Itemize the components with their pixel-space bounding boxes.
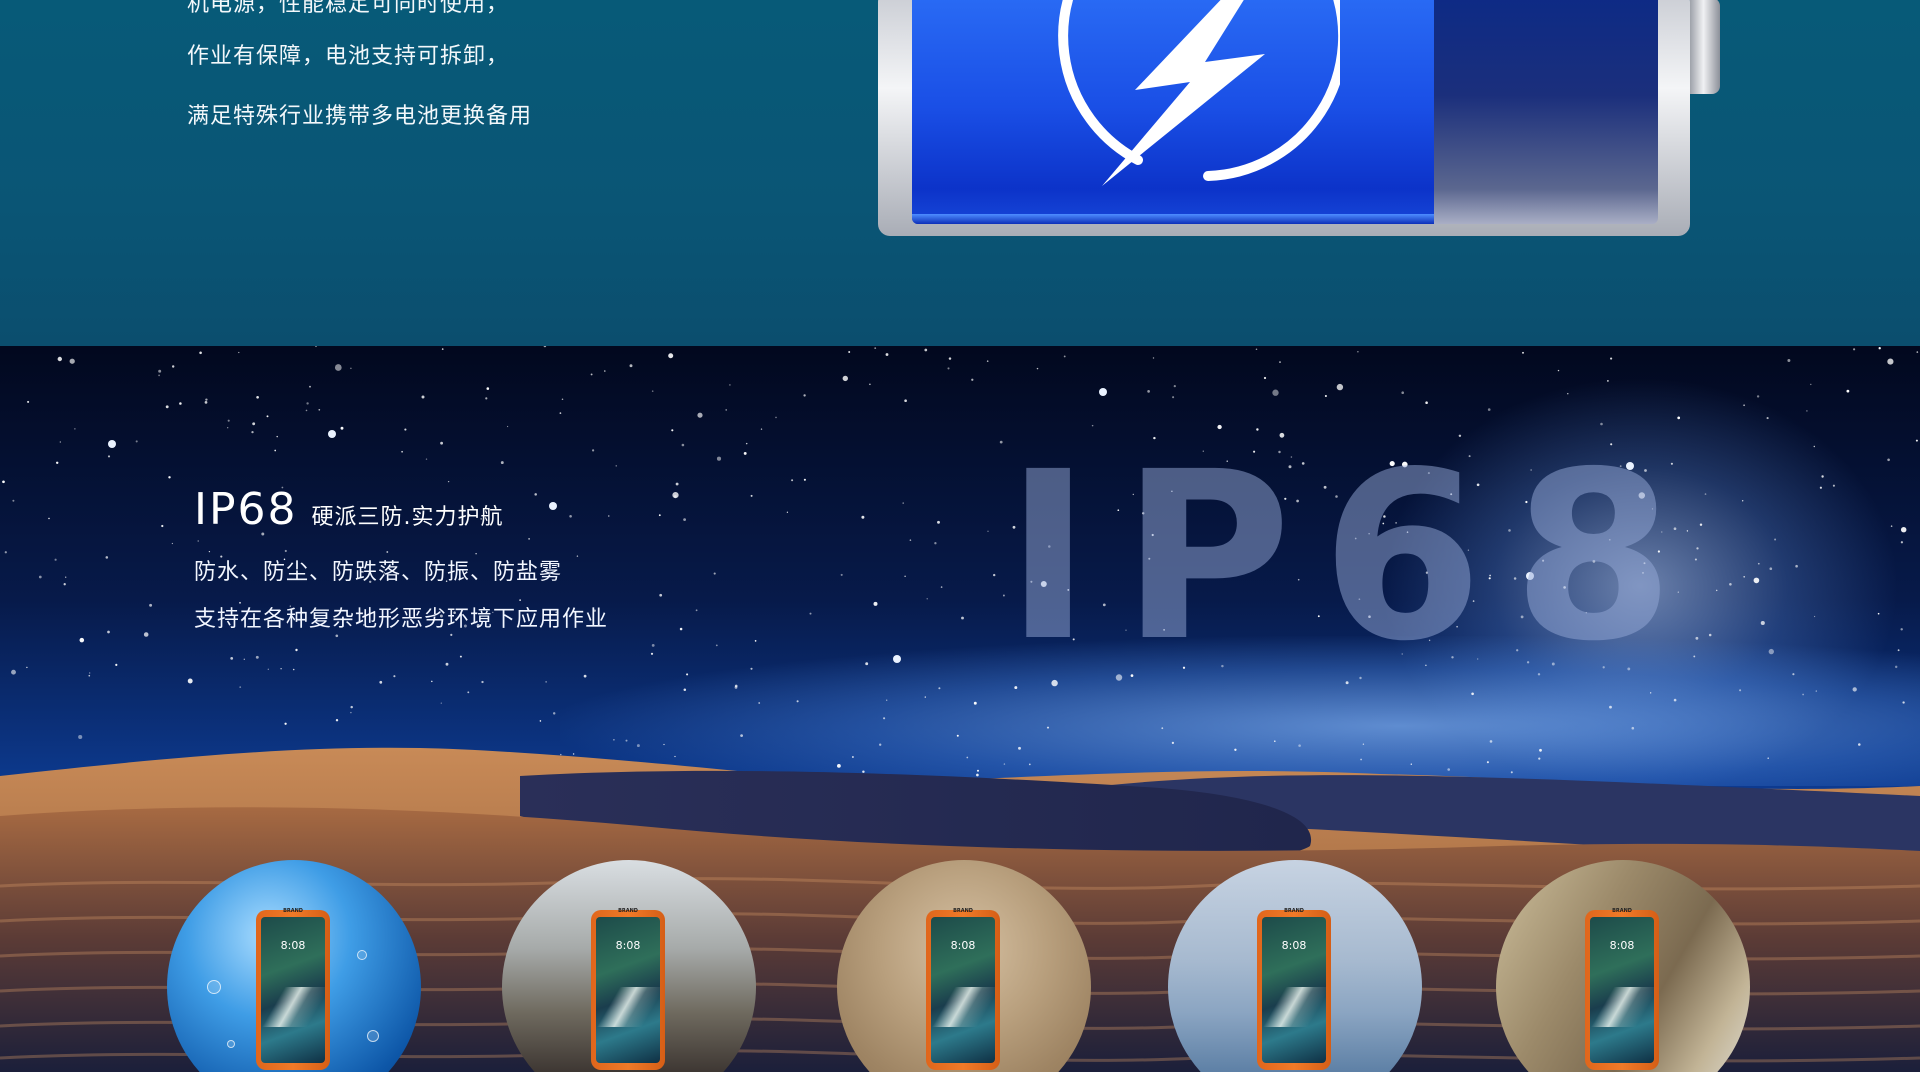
- phone-brand-label: BRAND: [1284, 908, 1304, 914]
- phone-wallpaper-shore: [261, 987, 325, 1027]
- battery-text-line-3: 满足特殊行业携带多电池更换备用: [187, 104, 533, 129]
- rugged-phone: BRAND 8:08: [1257, 908, 1331, 1070]
- battery-graphic: [878, 0, 1720, 236]
- phone-wallpaper-shore: [931, 987, 995, 1027]
- phone-wallpaper-shore: [1590, 987, 1654, 1027]
- battery-text-line-1: 机电源，性能稳定可同时使用，: [187, 0, 510, 17]
- phone-brand-label: BRAND: [1612, 908, 1632, 914]
- battery-text-line-2: 作业有保障，电池支持可拆卸，: [187, 44, 510, 69]
- phone-screen: 8:08: [931, 917, 995, 1063]
- rugged-phone: BRAND 8:08: [1585, 908, 1659, 1070]
- battery-section: 机电源，性能稳定可同时使用， 作业有保障，电池支持可拆卸， 满足特殊行业携带多电…: [0, 0, 1920, 346]
- ip68-section: IP68 IP68 硬派三防.实力护航 防水、防尘、防跌落、防振、防盐雾 支持在各…: [0, 346, 1920, 1072]
- phone-screen: 8:08: [596, 917, 660, 1063]
- bubble: [367, 1030, 379, 1042]
- rugged-phone: BRAND 8:08: [256, 908, 330, 1070]
- phone-clock: 8:08: [1281, 939, 1307, 952]
- phone-wallpaper-shore: [596, 987, 660, 1027]
- phone-brand-label: BRAND: [953, 908, 973, 914]
- battery-empty-part: [1434, 0, 1658, 224]
- rugged-phone: BRAND 8:08: [926, 908, 1000, 1070]
- rugged-phone: BRAND 8:08: [591, 908, 665, 1070]
- bubble: [357, 950, 367, 960]
- battery-terminal: [1690, 0, 1720, 94]
- battery-cell: [912, 0, 1658, 224]
- phone-brand-label: BRAND: [283, 908, 303, 914]
- phone-screen: 8:08: [261, 917, 325, 1063]
- phone-clock: 8:08: [615, 939, 641, 952]
- phone-clock: 8:08: [950, 939, 976, 952]
- phone-screen: 8:08: [1262, 917, 1326, 1063]
- phone-wallpaper-shore: [1262, 987, 1326, 1027]
- phone-clock: 8:08: [280, 939, 306, 952]
- phone-brand-label: BRAND: [618, 908, 638, 914]
- lightning-bolt-icon: [1058, 0, 1340, 186]
- bubble: [227, 1040, 235, 1048]
- bubble: [207, 980, 221, 994]
- phone-clock: 8:08: [1609, 939, 1635, 952]
- phone-screen: 8:08: [1590, 917, 1654, 1063]
